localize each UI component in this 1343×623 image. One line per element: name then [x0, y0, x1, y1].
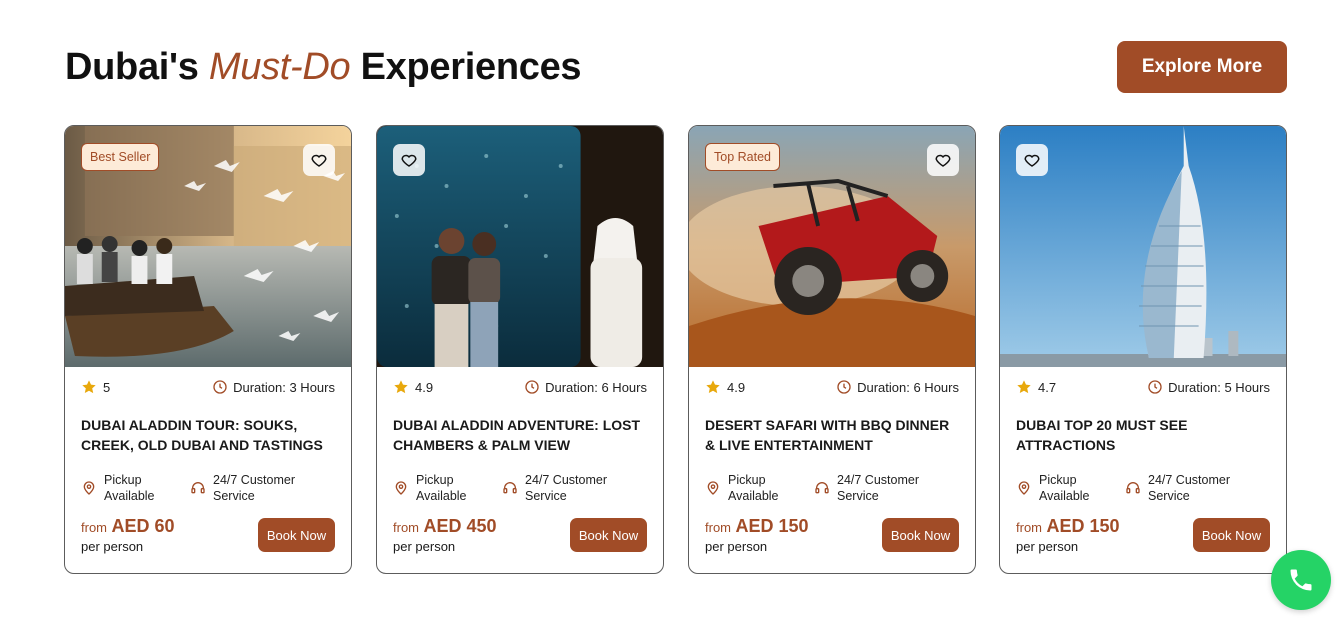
experience-card[interactable]: 4.7 Duration: 5 Hours DUBAI TOP 20 MUST …	[999, 125, 1287, 574]
favorite-button[interactable]	[927, 144, 959, 176]
feature-service: 24/7 Customer Service	[814, 472, 937, 504]
price-amount: AED 150	[1046, 516, 1120, 536]
duration: Duration: 6 Hours	[836, 379, 959, 395]
title-prefix: Dubai's	[65, 46, 209, 88]
best-seller-badge: Best Seller	[81, 143, 160, 171]
duration: Duration: 6 Hours	[524, 379, 647, 395]
section-title: Dubai's Must-Do Experiences	[65, 46, 582, 89]
rating-value: 4.9	[415, 379, 434, 395]
price-block: from AED 150 per person	[705, 516, 809, 554]
price-from: from	[81, 520, 107, 535]
clock-icon	[525, 380, 539, 394]
rating: 4.9	[393, 379, 433, 395]
feature-pickup-label: Pickup Available	[728, 473, 779, 503]
rating: 4.7	[1016, 379, 1056, 395]
clock-icon	[837, 380, 851, 394]
price-per: per person	[81, 539, 144, 554]
headset-icon	[1126, 482, 1140, 494]
rating-value: 5	[103, 379, 111, 395]
price-per: per person	[1016, 539, 1079, 554]
experience-card[interactable]: 4.9 Duration: 6 Hours DUBAI ALADDIN ADVE…	[376, 125, 664, 574]
location-pin-icon	[1018, 481, 1030, 495]
headset-icon	[191, 482, 205, 494]
duration: Duration: 5 Hours	[1147, 379, 1270, 395]
experience-card[interactable]: Best Seller 5 Duration: 3 Hours DUBAI AL…	[64, 125, 352, 574]
duration: Duration: 3 Hours	[212, 379, 335, 395]
feature-service: 24/7 Customer Service	[502, 472, 625, 504]
feature-service: 24/7 Customer Service	[1125, 472, 1248, 504]
price-amount: AED 450	[423, 516, 497, 536]
feature-service: 24/7 Customer Service	[190, 472, 313, 504]
price-from: from	[705, 520, 731, 535]
heart-icon	[311, 154, 327, 167]
card-title[interactable]: DESERT SAFARI WITH BBQ DINNER & LIVE ENT…	[705, 415, 961, 455]
feature-service-label: 24/7 Customer Service	[837, 473, 919, 503]
heart-icon	[1024, 154, 1040, 167]
card-title[interactable]: DUBAI ALADDIN TOUR: SOUKS, CREEK, OLD DU…	[81, 415, 337, 455]
star-icon	[1017, 380, 1031, 394]
heart-icon	[935, 154, 951, 167]
duration-text: Duration: 6 Hours	[857, 379, 959, 395]
feature-pickup-label: Pickup Available	[1039, 473, 1090, 503]
clock-icon	[1148, 380, 1162, 394]
location-pin-icon	[395, 481, 407, 495]
whatsapp-button[interactable]	[1271, 550, 1331, 610]
title-suffix: Experiences	[350, 46, 582, 88]
feature-pickup: Pickup Available	[705, 472, 790, 504]
experience-cards: Best Seller 5 Duration: 3 Hours DUBAI AL…	[64, 125, 1287, 574]
favorite-button[interactable]	[303, 144, 335, 176]
price-from: from	[393, 520, 419, 535]
favorite-button[interactable]	[393, 144, 425, 176]
duration-text: Duration: 6 Hours	[545, 379, 647, 395]
title-accent: Must-Do	[208, 46, 351, 88]
price-amount: AED 150	[735, 516, 809, 536]
price-block: from AED 150 per person	[1016, 516, 1120, 554]
rating: 5	[81, 379, 110, 395]
section-header: Dubai's Must-Do Experiences Explore More	[65, 41, 1287, 93]
heart-icon	[401, 154, 417, 167]
price-per: per person	[393, 539, 456, 554]
star-icon	[394, 380, 408, 394]
price-block: from AED 60 per person	[81, 516, 174, 554]
card-title[interactable]: DUBAI ALADDIN ADVENTURE: LOST CHAMBERS &…	[393, 415, 649, 455]
book-now-button[interactable]: Book Now	[1193, 518, 1270, 552]
rating-value: 4.7	[1038, 379, 1057, 395]
top-rated-badge: Top Rated	[705, 143, 780, 171]
location-pin-icon	[707, 481, 719, 495]
feature-service-label: 24/7 Customer Service	[525, 473, 607, 503]
location-pin-icon	[83, 481, 95, 495]
duration-text: Duration: 3 Hours	[233, 379, 335, 395]
feature-pickup: Pickup Available	[81, 472, 166, 504]
feature-service-label: 24/7 Customer Service	[1148, 473, 1230, 503]
rating: 4.9	[705, 379, 745, 395]
feature-pickup: Pickup Available	[393, 472, 478, 504]
book-now-button[interactable]: Book Now	[882, 518, 959, 552]
favorite-button[interactable]	[1016, 144, 1048, 176]
feature-pickup-label: Pickup Available	[104, 473, 155, 503]
feature-pickup: Pickup Available	[1016, 472, 1101, 504]
book-now-button[interactable]: Book Now	[258, 518, 335, 552]
feature-pickup-label: Pickup Available	[416, 473, 467, 503]
card-title[interactable]: DUBAI TOP 20 MUST SEE ATTRACTIONS	[1016, 415, 1272, 455]
rating-value: 4.9	[727, 379, 746, 395]
duration-text: Duration: 5 Hours	[1168, 379, 1270, 395]
experience-card[interactable]: Top Rated 4.9 Duration: 6 Hours DESERT S…	[688, 125, 976, 574]
headset-icon	[815, 482, 829, 494]
star-icon	[82, 380, 96, 394]
phone-icon	[1290, 569, 1312, 591]
feature-service-label: 24/7 Customer Service	[213, 473, 295, 503]
book-now-button[interactable]: Book Now	[570, 518, 647, 552]
clock-icon	[213, 380, 227, 394]
price-from: from	[1016, 520, 1042, 535]
headset-icon	[503, 482, 517, 494]
explore-more-button[interactable]: Explore More	[1117, 41, 1287, 93]
price-amount: AED 60	[111, 516, 175, 536]
price-block: from AED 450 per person	[393, 516, 497, 554]
star-icon	[706, 380, 720, 394]
price-per: per person	[705, 539, 768, 554]
